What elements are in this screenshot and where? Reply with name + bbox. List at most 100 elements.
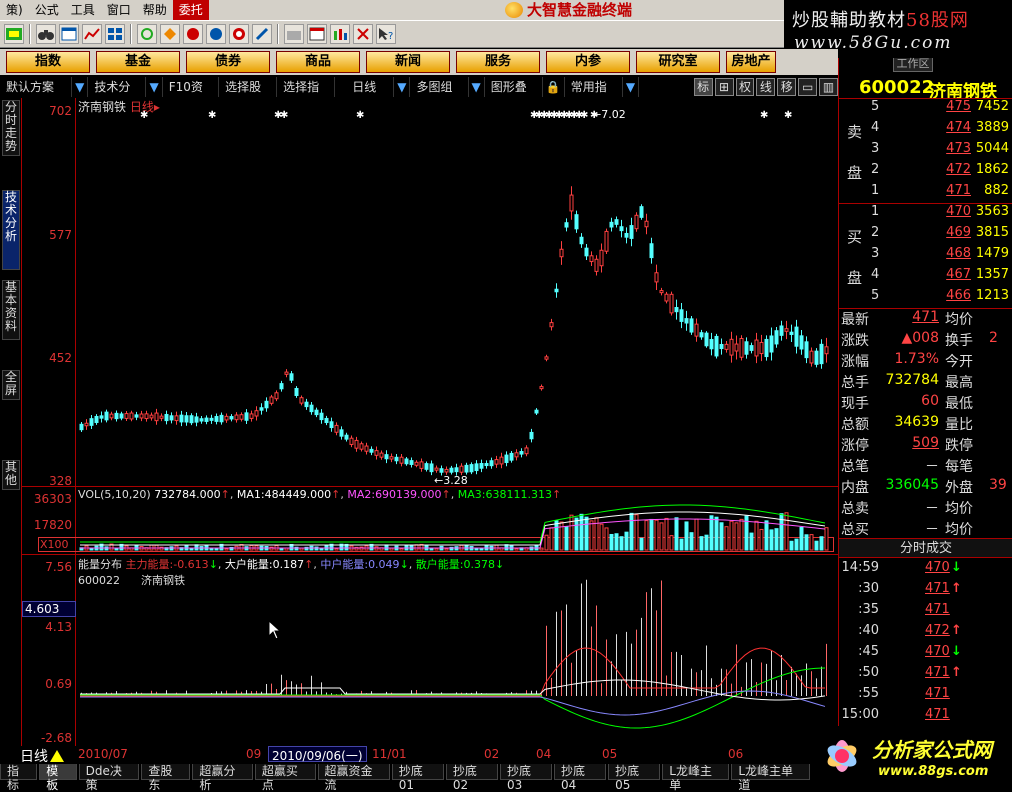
- toggle-line-button[interactable]: 线: [756, 78, 776, 96]
- dropdown-arrow-icon[interactable]: ▼: [623, 77, 640, 97]
- nav-commodity-button[interactable]: 商品: [276, 51, 360, 73]
- note-icon[interactable]: [206, 24, 226, 44]
- nav-bond-button[interactable]: 债券: [186, 51, 270, 73]
- x-mark-icon[interactable]: [353, 24, 373, 44]
- vtab-other[interactable]: 其他: [2, 460, 20, 490]
- bars-icon[interactable]: [330, 24, 350, 44]
- order-book-row[interactable]: 5 466 1213: [869, 288, 1012, 309]
- nav-research-button[interactable]: 研究室: [636, 51, 720, 73]
- menu-item-formula[interactable]: 公式: [29, 0, 65, 20]
- nav-realestate-button[interactable]: 房地产: [726, 51, 776, 73]
- toggle-layout-icon[interactable]: ▥: [819, 78, 839, 96]
- bottom-tab[interactable]: 超赢买点: [254, 764, 316, 792]
- bottom-tab[interactable]: 抄底03: [499, 764, 553, 792]
- chart-area[interactable]: 702 577 452 328 36303 17820 X100 7.56 4.…: [22, 98, 838, 746]
- toggle-crosshair-icon[interactable]: ⊞: [714, 78, 734, 96]
- low-price-marker: ←3.28: [434, 474, 468, 487]
- ma2-label: MA2:: [347, 488, 376, 501]
- vtab-intraday[interactable]: 分时走势: [2, 100, 20, 156]
- chart-icon[interactable]: [82, 24, 102, 44]
- bottom-tab[interactable]: 抄底04: [554, 764, 607, 792]
- bottom-tab[interactable]: 抄底02: [445, 764, 498, 792]
- bottom-tab[interactable]: 抄底01: [391, 764, 444, 792]
- dropdown-arrow-icon[interactable]: ▼: [469, 77, 485, 97]
- kline-title: 济南钢铁 日线▸: [78, 98, 160, 115]
- bottom-tab[interactable]: 抄底05: [608, 764, 661, 792]
- work-area-tab[interactable]: 工作区: [893, 58, 933, 72]
- stat-value-secondary: 39: [989, 477, 1007, 493]
- grid-icon[interactable]: [105, 24, 125, 44]
- flag-icon[interactable]: [4, 24, 24, 44]
- candle-body: [404, 458, 409, 465]
- order-book-row[interactable]: 1 471 882: [869, 183, 1012, 204]
- bottom-tab[interactable]: 超赢分析: [192, 764, 253, 792]
- pencil-icon[interactable]: [252, 24, 272, 44]
- dropdown-arrow-icon[interactable]: ▼: [72, 77, 89, 97]
- candle-body: [684, 318, 689, 324]
- common-indicator-button[interactable]: 常用指标: [565, 77, 623, 114]
- order-book-row[interactable]: 3 473 5044: [869, 141, 1012, 162]
- overlay-button[interactable]: 图形叠加: [485, 77, 543, 114]
- menu-item-help[interactable]: 帮助: [137, 0, 173, 20]
- layout-icon[interactable]: [307, 24, 327, 44]
- nav-news-button[interactable]: 新闻: [366, 51, 450, 73]
- refresh-icon[interactable]: [137, 24, 157, 44]
- order-book-row[interactable]: 2 472 1862: [869, 162, 1012, 183]
- default-scheme-button[interactable]: 默认方案: [0, 77, 73, 97]
- stock-label: 济南钢铁: [78, 100, 127, 114]
- bottom-tab[interactable]: L龙峰主单: [662, 764, 730, 792]
- order-book-row[interactable]: 1 470 3563: [869, 204, 1012, 225]
- window-icon[interactable]: [59, 24, 79, 44]
- toggle-move-button[interactable]: 移: [777, 78, 797, 96]
- toggle-rights-button[interactable]: 权: [735, 78, 755, 96]
- tech-analysis-button[interactable]: 技术分析: [88, 77, 147, 114]
- bottom-tab[interactable]: 查股东: [141, 764, 191, 792]
- help-arrow-icon[interactable]: ?: [376, 24, 396, 44]
- order-book-row[interactable]: 4 467 1357: [869, 267, 1012, 288]
- f10-button[interactable]: F10资料: [163, 77, 220, 114]
- menu-item-strategy[interactable]: 策): [0, 0, 29, 20]
- bottom-tab[interactable]: Dde决策: [78, 764, 140, 792]
- nav-insider-button[interactable]: 内参: [546, 51, 630, 73]
- candle-body: [434, 467, 439, 471]
- select-indicator-button[interactable]: 选择指标: [277, 77, 336, 114]
- period-button[interactable]: 日线: [335, 77, 395, 97]
- diamond-icon[interactable]: [160, 24, 180, 44]
- nav-index-button[interactable]: 指数: [6, 51, 90, 73]
- bottom-tab[interactable]: 指标: [0, 764, 38, 792]
- menu-item-trade[interactable]: 委托: [172, 0, 209, 20]
- folder-icon[interactable]: [284, 24, 304, 44]
- toggle-window-icon[interactable]: ▭: [798, 78, 818, 96]
- mid-energy-value: 0.049: [368, 558, 400, 571]
- candle-body: [249, 413, 254, 419]
- level-price: 468: [946, 246, 971, 261]
- vtab-technical[interactable]: 技术分析: [2, 190, 20, 270]
- order-book-row[interactable]: 3 468 1479: [869, 246, 1012, 267]
- bottom-tab[interactable]: 超赢资金流: [317, 764, 390, 792]
- menu-item-window[interactable]: 窗口: [101, 0, 137, 20]
- lock-icon[interactable]: 🔒: [543, 77, 565, 97]
- tick-title[interactable]: 分时成交: [839, 538, 1012, 558]
- tick-row: :40 472 ↑: [839, 623, 1012, 644]
- dropdown-arrow-icon[interactable]: ▼: [394, 77, 411, 97]
- candle-body: [164, 413, 169, 422]
- bottom-tab[interactable]: 模板: [39, 764, 77, 792]
- vtab-fullscreen[interactable]: 全屏: [2, 370, 20, 400]
- order-book-row[interactable]: 5 475 7452: [869, 99, 1012, 120]
- select-stock-button[interactable]: 选择股票: [219, 77, 278, 114]
- dropdown-arrow-icon[interactable]: ▼: [146, 77, 163, 97]
- multi-chart-button[interactable]: 多图组合: [410, 77, 469, 114]
- order-book-row[interactable]: 2 469 3815: [869, 225, 1012, 246]
- binoculars-icon[interactable]: [36, 24, 56, 44]
- candle-body: [369, 448, 374, 453]
- nav-service-button[interactable]: 服务: [456, 51, 540, 73]
- vtab-fundamentals[interactable]: 基本资料: [2, 280, 20, 340]
- menu-item-tools[interactable]: 工具: [65, 0, 101, 20]
- toggle-mark-button[interactable]: 标: [693, 78, 713, 96]
- dollar-icon[interactable]: [183, 24, 203, 44]
- nav-fund-button[interactable]: 基金: [96, 51, 180, 73]
- order-book-row[interactable]: 4 474 3889: [869, 120, 1012, 141]
- bottom-tab[interactable]: L龙峰主单道: [731, 764, 810, 792]
- buy-side-label: 盘: [847, 269, 863, 287]
- target-icon[interactable]: [229, 24, 249, 44]
